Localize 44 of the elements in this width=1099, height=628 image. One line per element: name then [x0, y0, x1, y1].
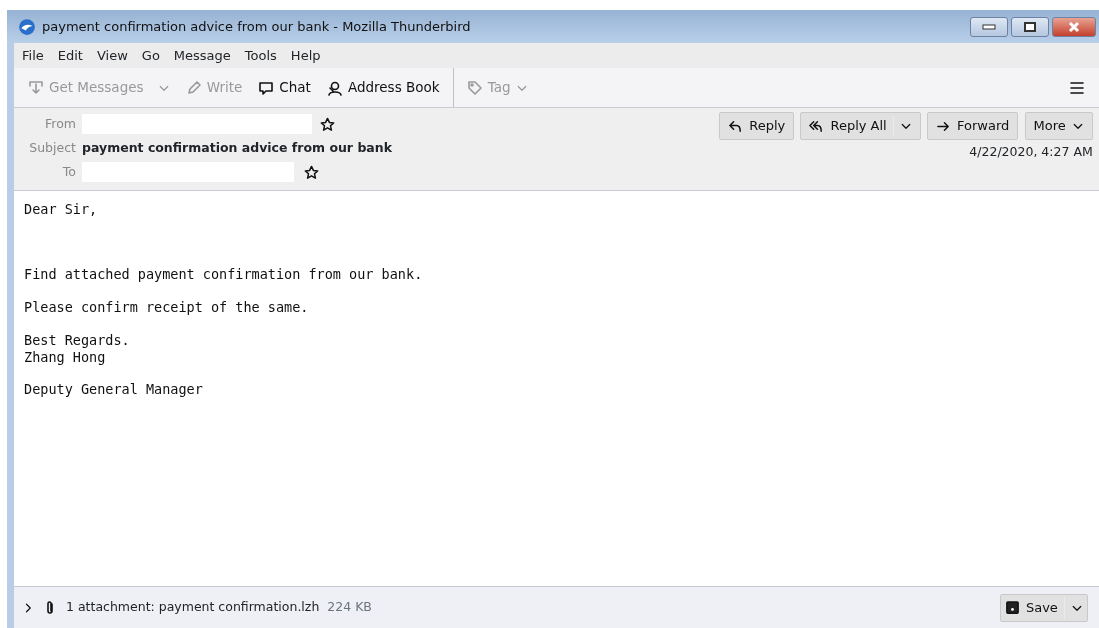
speech-bubble-icon [258, 79, 275, 96]
menu-icon [1069, 79, 1085, 96]
close-icon [1067, 20, 1080, 33]
chat-button[interactable]: Chat [252, 74, 317, 101]
close-button[interactable] [1051, 16, 1096, 37]
app-logo-icon [18, 17, 36, 36]
star-icon [320, 116, 335, 132]
attachment-size: 224 KB [327, 598, 372, 617]
message-paragraph: Dear Sir, [24, 201, 99, 218]
menu-item[interactable]: Tools [244, 45, 277, 66]
menu-item[interactable]: View [96, 45, 128, 66]
star-icon [304, 164, 319, 180]
maximize-button[interactable] [1010, 16, 1049, 37]
field-label: From [44, 114, 77, 133]
reply-button[interactable]: Reply [719, 112, 795, 140]
window-title: payment confirmation advice from our bank - Mozilla Thunderbird [42, 17, 471, 36]
message-paragraph: Please confirm receipt of the same. [24, 298, 310, 316]
date-text: 4/22/2020, 4:27 AM [969, 143, 1093, 162]
message-paragraph: Best Regards. Zhang Hong [24, 331, 131, 366]
subject-text: payment confirmation advice from our bank [82, 138, 392, 157]
minimize-icon [981, 23, 996, 30]
arrow-icon [728, 118, 744, 134]
reply-all-button[interactable]: Reply All [800, 112, 921, 140]
address-book-button[interactable]: Address Book [320, 74, 446, 101]
save-button[interactable]: Save [999, 593, 1088, 622]
forward-button[interactable]: Forward [927, 112, 1019, 140]
field-label: Subject [28, 138, 77, 157]
message-paragraph: Find attached payment confirmation from our bank. [24, 265, 424, 283]
message-paragraph: Deputy General Manager [24, 381, 204, 399]
attachment-summary[interactable]: 1 attachment: payment confirmation.lzh [66, 598, 320, 617]
menu-item[interactable]: File [22, 45, 44, 66]
more-button[interactable]: More [1024, 112, 1093, 140]
maximize-icon [1023, 21, 1036, 32]
download-tray-icon [28, 79, 44, 96]
menu-item[interactable]: Go [141, 45, 160, 66]
tag-icon [466, 79, 483, 96]
field-label: To [61, 162, 77, 181]
arrow-icon [809, 118, 825, 134]
minimize-button[interactable] [969, 16, 1008, 37]
menu-item[interactable]: Help [290, 45, 321, 66]
menu-item[interactable]: Message [173, 45, 231, 66]
pencil-icon [185, 79, 202, 96]
person-icon [326, 79, 343, 96]
menu-item[interactable]: Edit [57, 45, 83, 66]
